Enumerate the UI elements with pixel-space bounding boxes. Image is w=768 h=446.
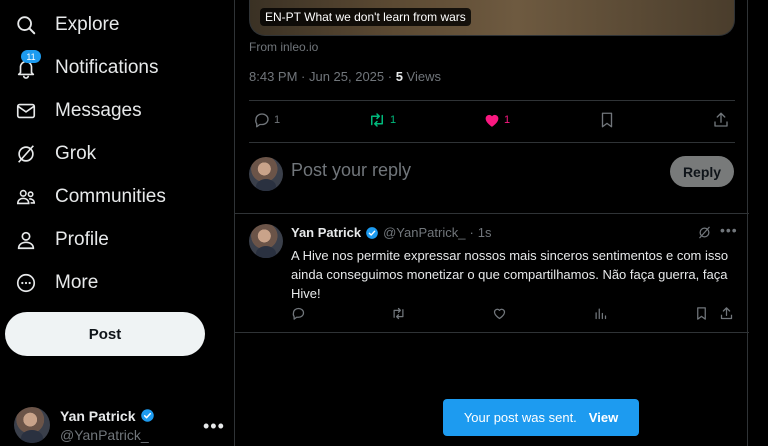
reply-button[interactable]: Reply xyxy=(670,156,734,187)
nav-label-messages: Messages xyxy=(55,100,142,121)
grok-icon xyxy=(14,142,38,166)
bookmark-icon xyxy=(601,112,613,128)
people-icon xyxy=(14,185,38,209)
post-metadata: 8:43 PM · Jun 25, 2025 · 5 Views xyxy=(249,69,441,84)
more-options-icon[interactable]: ••• xyxy=(720,222,738,238)
reply-tweet[interactable]: Yan Patrick @YanPatrick_ · 1s ••• A Hive… xyxy=(235,213,749,333)
reply-icon xyxy=(292,307,305,320)
search-icon xyxy=(14,13,38,37)
reply-input[interactable] xyxy=(291,160,651,181)
repost-icon xyxy=(393,307,404,320)
nav-item-notifications[interactable]: 11 Notifications xyxy=(14,48,159,88)
main-column: EN-PT What we don't learn from wars From… xyxy=(234,0,749,446)
post-timestamp[interactable]: 8:43 PM · Jun 25, 2025 · xyxy=(249,69,396,84)
post-button[interactable]: Post xyxy=(5,312,205,356)
like-count: 1 xyxy=(504,114,511,126)
tweet-header: Yan Patrick @YanPatrick_ · 1s xyxy=(291,225,492,240)
account-display-name-row: Yan Patrick xyxy=(60,408,155,424)
nav-label-more: More xyxy=(55,272,99,293)
verified-badge-icon xyxy=(140,409,154,422)
grok-icon[interactable] xyxy=(697,225,712,245)
avatar xyxy=(14,407,50,443)
link-card-title: EN-PT What we don't learn from wars xyxy=(260,8,471,26)
nav-item-communities[interactable]: Communities xyxy=(14,177,166,217)
reply-composer: Reply xyxy=(235,150,749,210)
account-display-name: Yan Patrick xyxy=(60,407,136,424)
reply-icon xyxy=(255,113,269,128)
repost-count: 1 xyxy=(390,114,397,126)
nav-label-profile: Profile xyxy=(55,229,109,250)
nav-label-grok: Grok xyxy=(55,143,97,164)
verified-badge-icon xyxy=(366,226,378,239)
bookmark-icon xyxy=(697,307,706,320)
account-names: Yan Patrick @YanPatrick_ xyxy=(60,408,155,443)
views-action[interactable] xyxy=(593,306,608,321)
heart-filled-icon xyxy=(485,114,499,127)
nav-item-grok[interactable]: Grok xyxy=(14,134,96,174)
left-nav: Explore 11 Notifications Messages Grok C… xyxy=(0,0,234,446)
views-label: Views xyxy=(402,69,441,84)
heart-icon xyxy=(493,308,506,320)
reply-action[interactable] xyxy=(291,306,306,321)
post-sent-toast: Your post was sent. View xyxy=(443,399,639,436)
tweet-author-name[interactable]: Yan Patrick xyxy=(291,225,361,240)
repost-action[interactable]: 1 xyxy=(367,111,396,129)
share-action[interactable] xyxy=(719,306,734,321)
like-action[interactable]: 1 xyxy=(483,111,510,129)
views-count: 5 xyxy=(395,69,403,84)
tweet-text: A Hive nos permite expressar nossos mais… xyxy=(291,248,729,301)
share-icon xyxy=(720,307,733,320)
account-more-icon[interactable]: ••• xyxy=(203,416,225,437)
post-actions: 1 1 1 xyxy=(249,108,735,134)
nav-label-communities: Communities xyxy=(55,186,166,207)
toast-view-link[interactable]: View xyxy=(589,410,618,425)
notification-count-badge: 11 xyxy=(21,50,41,63)
account-handle: @YanPatrick_ xyxy=(60,426,149,443)
person-icon xyxy=(14,228,38,252)
reply-action[interactable]: 1 xyxy=(253,111,280,129)
avatar xyxy=(249,157,283,191)
repost-action[interactable] xyxy=(390,306,407,321)
tweet-author-handle[interactable]: @YanPatrick_ xyxy=(383,225,465,240)
share-icon xyxy=(714,112,728,127)
link-card-source[interactable]: From inleo.io xyxy=(249,40,318,54)
reply-count: 1 xyxy=(274,114,281,126)
share-action[interactable] xyxy=(712,111,730,129)
divider xyxy=(249,142,735,143)
nav-item-explore[interactable]: Explore xyxy=(14,5,119,45)
bell-icon: 11 xyxy=(14,50,41,80)
toast-message: Your post was sent. xyxy=(463,410,577,425)
bookmark-action[interactable] xyxy=(694,306,709,321)
nav-label-notifications: Notifications xyxy=(55,57,159,78)
nav-label-explore: Explore xyxy=(55,14,120,35)
repost-icon xyxy=(371,113,383,127)
envelope-icon xyxy=(14,99,38,123)
more-circle-icon xyxy=(14,271,38,295)
tweet-timestamp[interactable]: 1s xyxy=(478,225,492,240)
nav-item-profile[interactable]: Profile xyxy=(14,220,109,260)
like-action[interactable] xyxy=(492,306,507,321)
divider xyxy=(249,100,735,101)
analytics-icon xyxy=(595,308,607,320)
bookmark-action[interactable] xyxy=(598,111,616,129)
link-card-image[interactable]: EN-PT What we don't learn from wars xyxy=(249,0,735,36)
nav-item-messages[interactable]: Messages xyxy=(14,91,142,131)
account-switcher[interactable]: Yan Patrick @YanPatrick_ xyxy=(14,404,224,446)
nav-item-more[interactable]: More xyxy=(14,263,98,303)
tweet-dot-separator: · xyxy=(469,225,474,240)
avatar[interactable] xyxy=(249,224,283,258)
